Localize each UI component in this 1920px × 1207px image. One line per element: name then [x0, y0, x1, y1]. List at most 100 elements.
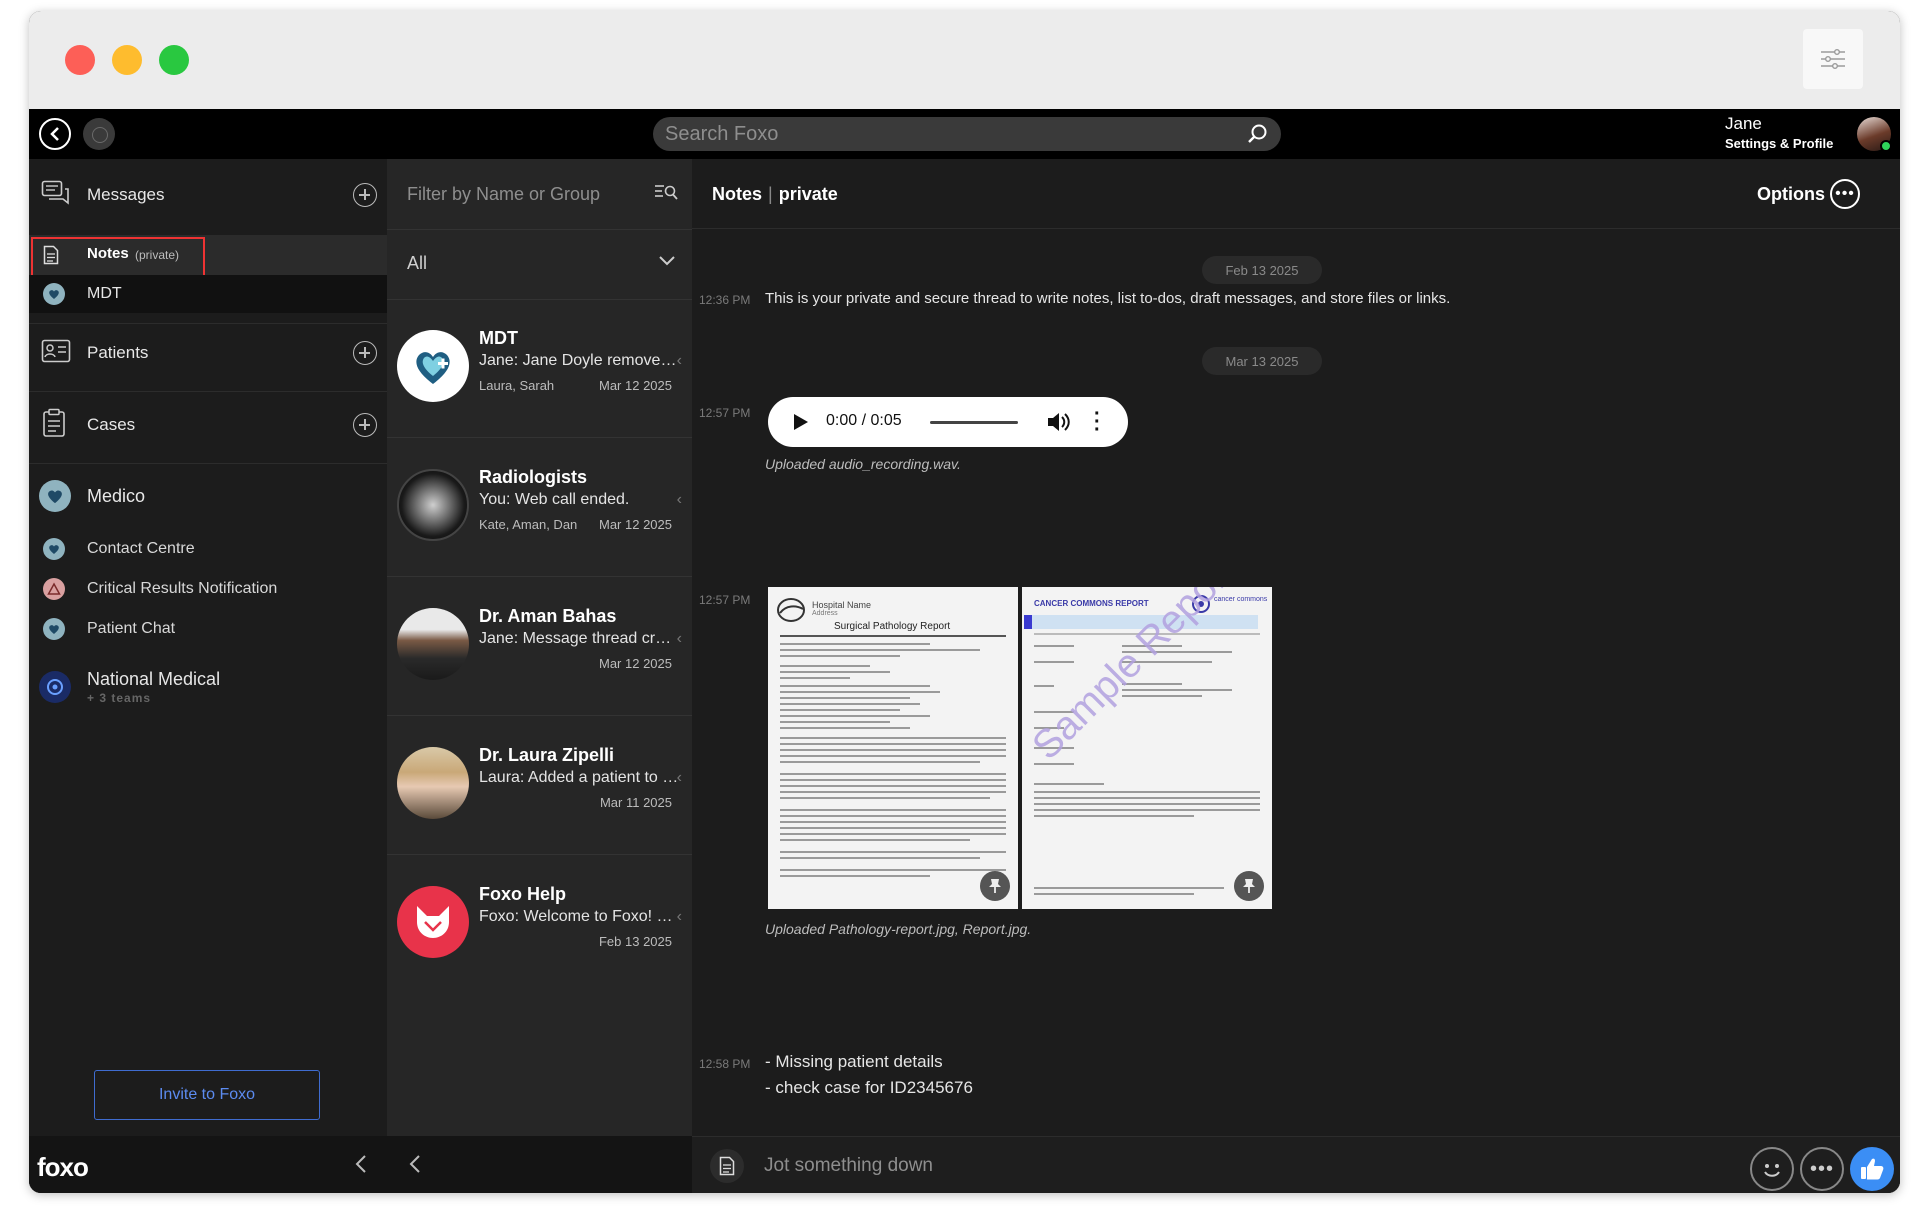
sidebar-item-patient-chat[interactable]: Patient Chat — [29, 611, 387, 647]
pin-icon[interactable] — [1234, 871, 1264, 901]
sidebar-item-national-medical[interactable]: National Medical + 3 teams — [29, 659, 387, 715]
doc-line — [780, 809, 1006, 811]
cases-label: Cases — [87, 415, 136, 434]
doc-line — [780, 755, 1006, 757]
user-avatar[interactable] — [1857, 117, 1892, 152]
doc-line — [780, 665, 870, 667]
national-medical-teams: + 3 teams — [87, 691, 152, 705]
add-case-button[interactable] — [353, 413, 377, 437]
conversation-members: Laura, Sarah — [479, 378, 555, 393]
mdt-avatar — [397, 330, 469, 402]
group-filter-value: All — [407, 253, 428, 273]
doc-line — [780, 709, 900, 711]
conversation-date: Feb 13 2025 — [598, 934, 672, 949]
mdt-label: MDT — [87, 285, 122, 302]
collapse-list-icon[interactable] — [409, 1154, 421, 1180]
cancer-report-title: CANCER COMMONS REPORT — [1034, 599, 1149, 608]
report-title: Surgical Pathology Report — [834, 621, 951, 632]
collapse-sidebar-icon[interactable] — [355, 1154, 367, 1180]
conversation-name: MDT — [479, 328, 518, 348]
chat-header: Notes | private Options ••• — [692, 159, 1900, 229]
audio-menu-icon[interactable]: · · · — [1094, 404, 1101, 440]
filter-search-icon[interactable] — [654, 183, 678, 206]
add-message-button[interactable] — [353, 183, 377, 207]
national-medical-logo-icon — [39, 671, 71, 703]
invite-button[interactable]: Invite to Foxo — [94, 1070, 320, 1120]
upload-caption: Uploaded Pathology-report.jpg, Report.jp… — [765, 921, 1032, 937]
more-options-icon[interactable]: ••• — [1830, 179, 1860, 209]
sidebar: Messages Notes (private) MDT Patients Ca… — [29, 159, 387, 1193]
group-filter-select[interactable]: All — [387, 229, 692, 300]
conversation-list: All MDT Jane: Jane Doyle removed Dr. Sar… — [387, 159, 692, 1193]
list-item[interactable]: Dr. Laura Zipelli Laura: Added a patient… — [387, 717, 692, 855]
forward-icon[interactable] — [83, 118, 115, 150]
conversation-preview: You: Web call ended. — [479, 491, 630, 508]
list-item[interactable]: Foxo Help Foxo: Welcome to Foxo! For liv… — [387, 856, 692, 994]
clipboard-icon — [41, 408, 67, 443]
message-time: 12:57 PM — [699, 593, 751, 607]
doc-line — [1034, 893, 1194, 895]
volume-icon[interactable] — [1046, 411, 1070, 438]
sidebar-item-notes[interactable]: Notes (private) — [29, 235, 387, 279]
sidebar-item-contact-centre[interactable]: Contact Centre — [29, 531, 387, 567]
search-icon[interactable] — [1247, 123, 1269, 150]
conversation-members: Kate, Aman, Dan — [479, 517, 578, 532]
thumbs-up-icon[interactable] — [1850, 1147, 1894, 1191]
chat-title: Notes | private — [712, 184, 838, 205]
doc-line — [780, 827, 1006, 829]
compose-input[interactable] — [764, 1149, 1564, 1183]
title-separator: | — [768, 184, 773, 204]
play-button[interactable] — [794, 414, 808, 430]
online-status-dot — [1880, 140, 1892, 152]
compose-bar: ••• — [692, 1136, 1900, 1193]
doc-line — [780, 643, 930, 645]
doc-line — [780, 761, 980, 763]
audio-progress-slider[interactable] — [930, 421, 1018, 424]
doc-line — [780, 749, 1006, 751]
laura-zipelli-avatar — [397, 747, 469, 819]
options-label[interactable]: Options — [1757, 184, 1825, 205]
sidebar-item-mdt[interactable]: MDT — [29, 275, 387, 313]
sidebar-item-patients[interactable]: Patients — [29, 325, 387, 381]
sidebar-item-messages[interactable]: Messages — [29, 173, 387, 217]
more-actions-icon[interactable]: ••• — [1800, 1147, 1844, 1191]
add-patient-button[interactable] — [353, 341, 377, 365]
sidebar-item-cases[interactable]: Cases — [29, 397, 387, 453]
pathology-report-thumbnail[interactable]: Hospital Name Address Surgical Pathology… — [768, 587, 1018, 909]
top-bar: Jane Settings & Profile — [29, 109, 1900, 159]
close-window-button[interactable] — [65, 45, 95, 75]
doc-line — [780, 677, 850, 679]
message-text: This is your private and secure thread t… — [765, 290, 1451, 307]
list-item[interactable]: MDT Jane: Jane Doyle removed Dr. Sarah S… — [387, 300, 692, 438]
settings-profile-link[interactable]: Settings & Profile — [1725, 136, 1833, 151]
doc-line — [780, 635, 1006, 637]
radiologists-avatar — [397, 469, 469, 541]
report-thumbnail[interactable]: CANCER COMMONS REPORT cancer commons Sam… — [1022, 587, 1272, 909]
doc-line — [780, 875, 930, 877]
doc-line — [780, 743, 1006, 745]
warning-triangle-icon — [43, 578, 65, 600]
chat-panel: Notes | private Options ••• Feb 13 2025 12… — [692, 159, 1900, 1193]
emoji-icon[interactable] — [1750, 1147, 1794, 1191]
doc-line — [780, 851, 1006, 853]
filter-input[interactable] — [407, 177, 647, 211]
aman-bahas-avatar — [397, 608, 469, 680]
note-icon[interactable] — [710, 1149, 744, 1183]
doc-line — [1034, 645, 1074, 647]
maximize-window-button[interactable] — [159, 45, 189, 75]
pin-icon[interactable] — [980, 871, 1010, 901]
critical-results-label: Critical Results Notification — [87, 580, 278, 597]
back-icon[interactable] — [39, 118, 71, 150]
conversation-name: Radiologists — [479, 467, 588, 487]
sliders-icon[interactable] — [1803, 29, 1863, 89]
list-item[interactable]: Radiologists You: Web call ended. Kate, … — [387, 439, 692, 577]
list-item[interactable]: Dr. Aman Bahas Jane: Message thread crea… — [387, 578, 692, 716]
hospital-name: Hospital Name — [812, 600, 872, 610]
doc-line — [780, 785, 1006, 787]
sidebar-item-critical-results[interactable]: Critical Results Notification — [29, 571, 387, 607]
contact-centre-label: Contact Centre — [87, 540, 195, 557]
sidebar-item-medico[interactable]: Medico — [29, 471, 387, 521]
minimize-window-button[interactable] — [112, 45, 142, 75]
search-input[interactable] — [665, 117, 1225, 151]
user-name[interactable]: Jane — [1725, 114, 1762, 134]
